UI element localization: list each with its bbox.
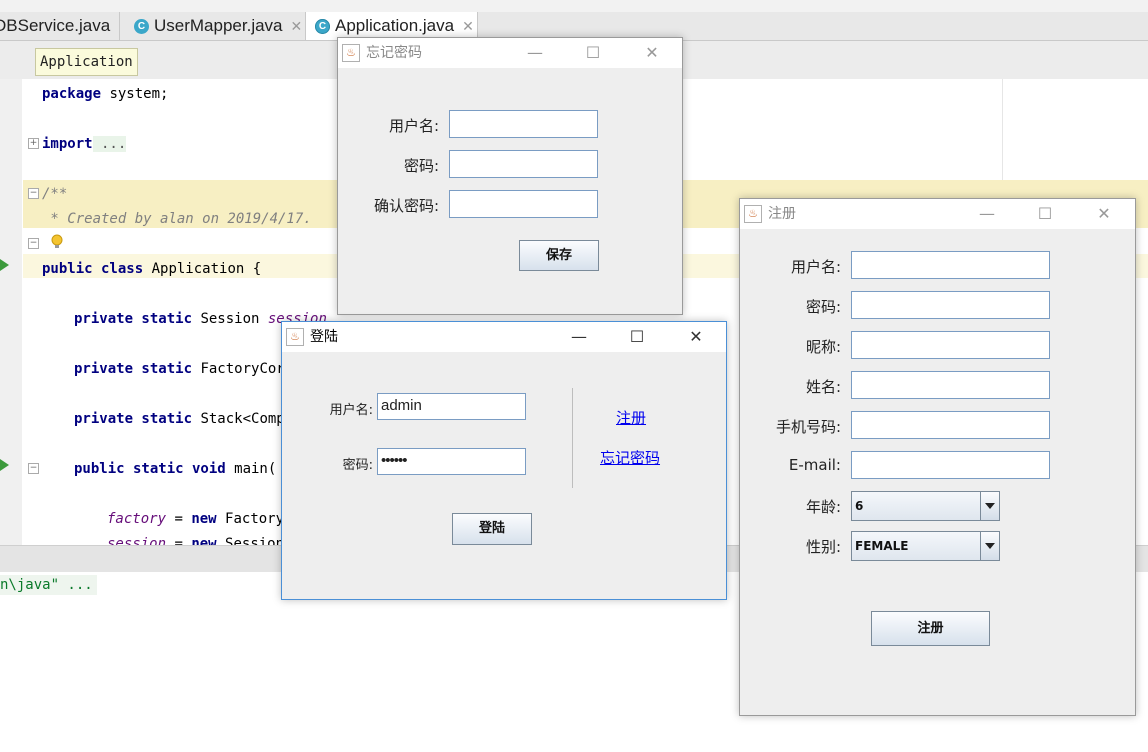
register-window: ♨ 注册 — ☐ ✕ 用户名: 密码: 昵称: 姓名: 手机号码: E-mail… — [739, 198, 1136, 716]
window-title: 注册 — [768, 206, 796, 222]
age-select[interactable]: 6 — [851, 491, 1000, 521]
age-label: 年龄: — [805, 498, 841, 516]
name-label: 姓名: — [805, 378, 841, 396]
collapse-icon[interactable]: − — [28, 238, 39, 249]
password-input[interactable] — [449, 150, 598, 178]
username-label: 用户名: — [388, 117, 439, 135]
code-line: factory = new FactoryC — [107, 511, 293, 527]
ide-top-strip — [0, 0, 1148, 12]
minimize-button[interactable]: — — [556, 322, 602, 352]
collapse-icon[interactable]: − — [28, 463, 39, 474]
phone-input[interactable] — [851, 411, 1050, 439]
close-button[interactable]: ✕ — [1081, 199, 1127, 229]
code-line: private static Stack<Comp — [74, 411, 285, 427]
maximize-button[interactable]: ☐ — [614, 322, 660, 352]
java-icon: ♨ — [342, 44, 360, 62]
window-titlebar[interactable]: ♨ 忘记密码 — ☐ ✕ — [338, 38, 682, 68]
code-line: package system; — [42, 86, 169, 102]
confirm-password-input[interactable] — [449, 190, 598, 218]
divider — [572, 388, 573, 488]
code-line: import ... — [42, 136, 127, 152]
username-input[interactable] — [449, 110, 598, 138]
register-button[interactable]: 注册 — [871, 611, 990, 646]
username-label: 用户名: — [790, 258, 841, 276]
collapse-icon[interactable]: − — [28, 188, 39, 199]
login-window: ♨ 登陆 — ☐ ✕ 用户名: admin 密码: •••••• 注册 忘记密码… — [281, 321, 727, 600]
maximize-button[interactable]: ☐ — [1022, 199, 1068, 229]
close-icon[interactable]: ✕ — [291, 18, 303, 35]
gender-select[interactable]: FEMALE — [851, 531, 1000, 561]
minimize-button[interactable]: — — [964, 199, 1010, 229]
window-title: 登陆 — [310, 329, 338, 345]
confirm-password-label: 确认密码: — [373, 197, 439, 215]
code-line: private static FactoryCor — [74, 361, 285, 377]
tab-label: DBService.java — [0, 16, 111, 35]
name-input[interactable] — [851, 371, 1050, 399]
code-line: public class Application { — [42, 261, 262, 277]
username-label: 用户名: — [329, 403, 373, 418]
code-line: public static void main( — [74, 461, 277, 477]
password-label: 密码: — [403, 157, 439, 175]
login-button[interactable]: 登陆 — [452, 513, 532, 545]
save-button[interactable]: 保存 — [519, 240, 599, 271]
password-input[interactable] — [851, 291, 1050, 319]
class-icon: C — [134, 18, 149, 34]
window-title: 忘记密码 — [366, 45, 422, 61]
tab-usermapper[interactable]: C UserMapper.java ✕ — [124, 12, 306, 40]
editor-gutter — [0, 79, 23, 545]
window-titlebar[interactable]: ♨ 注册 — ☐ ✕ — [740, 199, 1135, 229]
email-label: E-mail: — [788, 456, 841, 474]
username-input[interactable]: admin — [377, 393, 526, 420]
age-value: 6 — [855, 499, 864, 513]
username-input[interactable] — [851, 251, 1050, 279]
console-output: n\java" ... — [0, 575, 97, 595]
forgot-password-window: ♨ 忘记密码 — ☐ ✕ 用户名: 密码: 确认密码: 保存 — [337, 37, 683, 315]
run-icon[interactable] — [0, 259, 9, 271]
close-button[interactable]: ✕ — [629, 38, 675, 68]
run-icon[interactable] — [0, 459, 9, 471]
close-icon[interactable]: ✕ — [118, 18, 119, 35]
tab-dbservice[interactable]: DBService.java ✕ — [0, 12, 120, 40]
java-icon: ♨ — [744, 205, 762, 223]
gender-value: FEMALE — [855, 539, 909, 553]
tab-application[interactable]: C Application.java ✕ — [306, 12, 478, 40]
nickname-input[interactable] — [851, 331, 1050, 359]
code-line: /** — [42, 186, 68, 202]
chevron-down-icon[interactable] — [980, 492, 999, 520]
register-link[interactable]: 注册 — [616, 407, 646, 428]
runnable-class-icon: C — [315, 18, 330, 34]
nickname-label: 昵称: — [805, 338, 841, 356]
phone-label: 手机号码: — [775, 418, 841, 436]
expand-icon[interactable]: + — [28, 138, 39, 149]
code-line: * Created by alan on 2019/4/17. — [42, 211, 312, 227]
maximize-button[interactable]: ☐ — [570, 38, 616, 68]
gender-label: 性别: — [805, 538, 841, 556]
minimize-button[interactable]: — — [512, 38, 558, 68]
code-line: session = new Session( — [107, 536, 293, 545]
breadcrumb-tooltip: Application — [35, 48, 138, 76]
java-icon: ♨ — [286, 328, 304, 346]
tab-label: Application.java — [335, 16, 455, 35]
forgot-password-link[interactable]: 忘记密码 — [600, 447, 660, 468]
password-label: 密码: — [342, 458, 373, 473]
close-icon[interactable]: ✕ — [462, 18, 474, 35]
password-label: 密码: — [805, 298, 841, 316]
tab-label: UserMapper.java — [154, 16, 283, 35]
password-input[interactable]: •••••• — [377, 448, 526, 475]
window-titlebar[interactable]: ♨ 登陆 — ☐ ✕ — [282, 322, 726, 352]
chevron-down-icon[interactable] — [980, 532, 999, 560]
email-input[interactable] — [851, 451, 1050, 479]
close-button[interactable]: ✕ — [673, 322, 719, 352]
lightbulb-icon[interactable] — [50, 234, 64, 250]
